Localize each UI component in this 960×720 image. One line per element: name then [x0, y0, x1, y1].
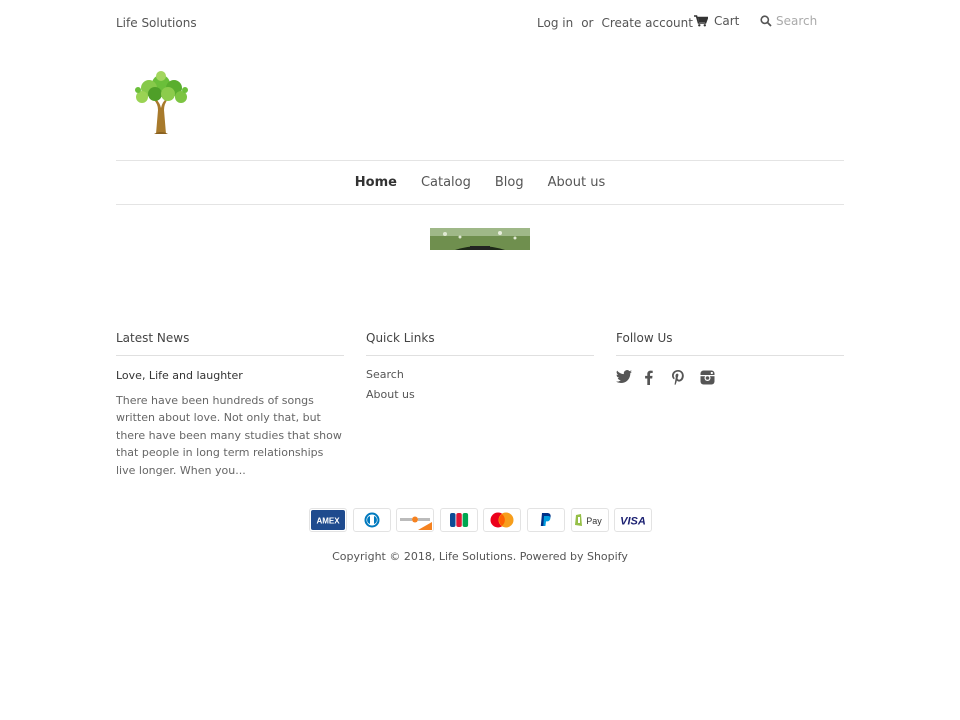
- latest-news-column: Latest News Love, Life and laughter Ther…: [116, 331, 344, 479]
- facebook-icon[interactable]: [644, 368, 672, 386]
- main-nav: Home Catalog Blog About us: [116, 161, 844, 204]
- tree-logo-image: [135, 71, 188, 134]
- or-separator: or: [581, 16, 594, 30]
- site-logo[interactable]: [118, 68, 206, 138]
- quick-link-about-us[interactable]: About us: [366, 388, 594, 408]
- nav-home[interactable]: Home: [355, 175, 397, 190]
- follow-us-heading: Follow Us: [616, 331, 844, 356]
- nav-blog[interactable]: Blog: [495, 175, 524, 190]
- shopify-pay-icon: Pay: [570, 508, 609, 532]
- svg-text:Pay: Pay: [586, 516, 602, 526]
- discover-icon: [396, 508, 435, 532]
- follow-us-column: Follow Us: [616, 331, 844, 386]
- cart-icon: [694, 15, 708, 27]
- twitter-icon[interactable]: [616, 368, 644, 386]
- visa-icon: VISA: [614, 508, 653, 532]
- nav-about-us[interactable]: About us: [548, 175, 606, 190]
- payment-icons: AMEX Pay VISA: [309, 508, 658, 532]
- news-post-excerpt: There have been hundreds of songs writte…: [116, 394, 342, 477]
- copyright-text: Copyright © 2018, Life Solutions. Powere…: [332, 550, 628, 563]
- create-account-link[interactable]: Create account: [601, 16, 693, 30]
- quick-link-search[interactable]: Search: [366, 368, 594, 388]
- svg-text:AMEX: AMEX: [316, 517, 340, 526]
- news-post-title[interactable]: Love, Life and laughter: [116, 369, 344, 382]
- search-icon[interactable]: [760, 15, 772, 27]
- amex-icon: AMEX: [309, 508, 347, 532]
- search-input[interactable]: [776, 14, 846, 28]
- site-name-link[interactable]: Life Solutions: [116, 16, 197, 30]
- svg-text:VISA: VISA: [620, 516, 646, 528]
- search-form: [760, 14, 846, 28]
- login-link[interactable]: Log in: [537, 16, 573, 30]
- nav-bottom-rule: [116, 204, 844, 205]
- instagram-icon[interactable]: [700, 368, 728, 386]
- mastercard-icon: [483, 508, 522, 532]
- jcb-icon: [439, 508, 478, 532]
- diners-club-icon: [352, 508, 391, 532]
- quick-links-heading: Quick Links: [366, 331, 594, 356]
- cart-label: Cart: [714, 14, 740, 28]
- cart-link[interactable]: Cart: [694, 14, 739, 28]
- account-links: Log in or Create account: [537, 16, 693, 30]
- latest-news-heading: Latest News: [116, 331, 344, 356]
- hero-image: [430, 228, 530, 250]
- pinterest-icon[interactable]: [672, 368, 700, 386]
- nav-catalog[interactable]: Catalog: [421, 175, 471, 190]
- quick-links-column: Quick Links Search About us: [366, 331, 594, 407]
- paypal-icon: [526, 508, 565, 532]
